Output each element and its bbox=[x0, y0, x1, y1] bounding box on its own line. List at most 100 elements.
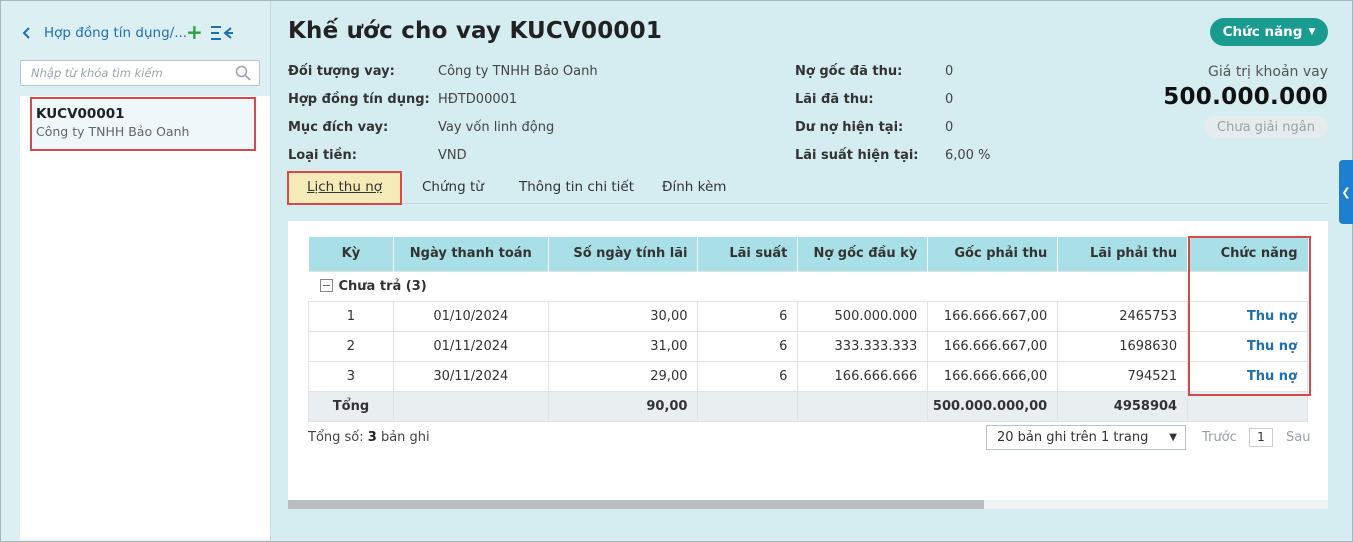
table-row: 1 01/10/2024 30,00 6 500.000.000 166.666… bbox=[308, 300, 1308, 332]
list-item-code: KUCV00001 bbox=[36, 106, 125, 122]
sidebar-list-item[interactable]: KUCV00001 Công ty TNHH Bảo Oanh bbox=[30, 97, 256, 151]
info-purpose: Mục đích vay: Vay vốn linh động bbox=[288, 120, 554, 135]
info-label: Mục đích vay: bbox=[288, 120, 389, 135]
info-value: Vay vốn linh động bbox=[438, 120, 555, 135]
caret-down-icon: ▼ bbox=[1308, 27, 1316, 37]
record-count-prefix: Tổng số: bbox=[308, 430, 368, 445]
search-icon[interactable] bbox=[235, 65, 251, 81]
table-row: 2 01/11/2024 31,00 6 333.333.333 166.666… bbox=[308, 330, 1308, 362]
col-header-interest-rate[interactable]: Lãi suất bbox=[697, 237, 798, 271]
info-current-rate: Lãi suất hiện tại: 6,00 % bbox=[795, 148, 990, 163]
col-header-principal-due[interactable]: Gốc phải thu bbox=[927, 237, 1058, 271]
sidebar-title[interactable]: Hợp đồng tín dụng/... bbox=[44, 25, 187, 41]
current-page[interactable]: 1 bbox=[1249, 428, 1273, 447]
info-value: VND bbox=[438, 148, 467, 163]
cell-opening-principal: 500.000.000 bbox=[797, 300, 929, 332]
collapse-group-icon[interactable] bbox=[319, 278, 333, 292]
cell-period: 2 bbox=[308, 330, 394, 362]
cell-principal-due: 166.666.667,00 bbox=[927, 300, 1059, 332]
col-header-payment-date[interactable]: Ngày thanh toán bbox=[392, 237, 549, 271]
info-label: Lãi đã thu: bbox=[795, 92, 874, 107]
info-credit-contract: Hợp đồng tín dụng: HĐTD00001 bbox=[288, 92, 517, 107]
total-interest-due: 4958904 bbox=[1057, 390, 1189, 422]
info-current-balance: Dư nợ hiện tại: 0 bbox=[795, 120, 953, 135]
info-label: Loại tiền: bbox=[288, 148, 357, 163]
status-badge: Chưa giải ngân bbox=[1204, 116, 1328, 138]
record-count-suffix: bản ghi bbox=[376, 430, 430, 445]
prev-page-button[interactable]: Trước bbox=[1202, 430, 1237, 445]
record-count-number: 3 bbox=[367, 430, 377, 445]
sidebar-header: Hợp đồng tín dụng/... bbox=[20, 22, 187, 44]
cell-period: 1 bbox=[308, 300, 394, 332]
collect-debt-link[interactable]: Thu nợ bbox=[1247, 309, 1297, 324]
tab-vouchers[interactable]: Chứng từ bbox=[422, 172, 484, 204]
cell-opening-principal: 333.333.333 bbox=[797, 330, 929, 362]
total-label: Tổng bbox=[308, 390, 394, 422]
cell-principal-due: 166.666.666,00 bbox=[927, 360, 1059, 392]
cell-period: 3 bbox=[308, 360, 394, 392]
cell-interest-days: 31,00 bbox=[547, 330, 699, 362]
collect-debt-link[interactable]: Thu nợ bbox=[1247, 339, 1297, 354]
cell-interest-due: 794521 bbox=[1057, 360, 1189, 392]
info-currency: Loại tiền: VND bbox=[288, 148, 467, 163]
col-header-function: Chức năng bbox=[1187, 237, 1308, 271]
schedule-panel: Kỳ Ngày thanh toán Số ngày tính lãi Lãi … bbox=[288, 221, 1328, 509]
collect-debt-link[interactable]: Thu nợ bbox=[1247, 369, 1297, 384]
loan-value-label: Giá trị khoản vay bbox=[1208, 64, 1328, 80]
collapse-list-icon[interactable] bbox=[210, 24, 234, 42]
page-title: Khế ước cho vay KUCV00001 bbox=[288, 18, 663, 44]
col-header-interest-days[interactable]: Số ngày tính lãi bbox=[547, 237, 698, 271]
info-label: Đối tượng vay: bbox=[288, 64, 395, 79]
tab-payment-schedule[interactable]: Lịch thu nợ bbox=[287, 171, 402, 205]
cell-principal-due: 166.666.667,00 bbox=[927, 330, 1059, 362]
total-interest-days: 90,00 bbox=[547, 390, 699, 422]
chevron-left-icon[interactable] bbox=[20, 26, 34, 40]
info-label: Lãi suất hiện tại: bbox=[795, 148, 919, 163]
page-size-select[interactable]: 20 bản ghi trên 1 trang ▼ bbox=[986, 425, 1186, 450]
col-header-period[interactable]: Kỳ bbox=[308, 237, 394, 271]
info-borrower: Đối tượng vay: Công ty TNHH Bảo Oanh bbox=[288, 64, 598, 79]
add-icon[interactable]: + bbox=[186, 22, 203, 42]
chevron-left-icon: ❮ bbox=[1341, 185, 1351, 199]
function-menu-button[interactable]: Chức năng ▼ bbox=[1210, 18, 1328, 46]
info-label: Hợp đồng tín dụng: bbox=[288, 92, 430, 107]
cell-interest-days: 29,00 bbox=[547, 360, 699, 392]
cell-interest-due: 1698630 bbox=[1057, 330, 1189, 362]
cell-interest-due: 2465753 bbox=[1057, 300, 1189, 332]
cell-payment-date: 01/10/2024 bbox=[392, 300, 549, 332]
info-label: Dư nợ hiện tại: bbox=[795, 120, 904, 135]
tab-attachments[interactable]: Đính kèm bbox=[662, 172, 726, 204]
info-value: 6,00 % bbox=[945, 148, 991, 163]
scrollbar-thumb[interactable] bbox=[288, 500, 984, 509]
info-value: Công ty TNHH Bảo Oanh bbox=[438, 64, 598, 79]
info-label: Nợ gốc đã thu: bbox=[795, 64, 903, 79]
total-row: Tổng 90,00 500.000.000,00 4958904 bbox=[308, 390, 1308, 422]
expand-panel-toggle[interactable]: ❮ bbox=[1339, 160, 1353, 224]
cell-interest-days: 30,00 bbox=[547, 300, 699, 332]
cell-opening-principal: 166.666.666 bbox=[797, 360, 929, 392]
cell-interest-rate: 6 bbox=[697, 330, 799, 362]
cell-payment-date: 01/11/2024 bbox=[392, 330, 549, 362]
group-row[interactable]: Chưa trả (3) bbox=[308, 270, 1308, 302]
tab-bar: Lịch thu nợ Chứng từ Thông tin chi tiết … bbox=[287, 171, 1328, 205]
tab-details[interactable]: Thông tin chi tiết bbox=[519, 172, 634, 204]
loan-value: 500.000.000 bbox=[1163, 84, 1328, 110]
next-page-button[interactable]: Sau bbox=[1286, 430, 1310, 445]
sidebar-list-area bbox=[20, 96, 270, 540]
tab-label: Lịch thu nợ bbox=[306, 179, 383, 195]
col-header-interest-due[interactable]: Lãi phải thu bbox=[1057, 237, 1188, 271]
info-interest-collected: Lãi đã thu: 0 bbox=[795, 92, 953, 107]
info-value: 0 bbox=[945, 64, 954, 79]
horizontal-scrollbar[interactable] bbox=[288, 500, 1328, 509]
col-header-opening-principal[interactable]: Nợ gốc đầu kỳ bbox=[797, 237, 928, 271]
cell-interest-rate: 6 bbox=[697, 300, 799, 332]
cell-interest-rate: 6 bbox=[697, 360, 799, 392]
search-input[interactable] bbox=[21, 61, 221, 85]
group-label: Chưa trả (3) bbox=[338, 278, 427, 294]
cell-payment-date: 30/11/2024 bbox=[392, 360, 549, 392]
total-principal-due: 500.000.000,00 bbox=[927, 390, 1059, 422]
info-value: HĐTD00001 bbox=[438, 92, 518, 107]
info-value: 0 bbox=[945, 92, 954, 107]
table-header-row: Kỳ Ngày thanh toán Số ngày tính lãi Lãi … bbox=[308, 237, 1308, 271]
function-button-label: Chức năng bbox=[1222, 24, 1303, 40]
